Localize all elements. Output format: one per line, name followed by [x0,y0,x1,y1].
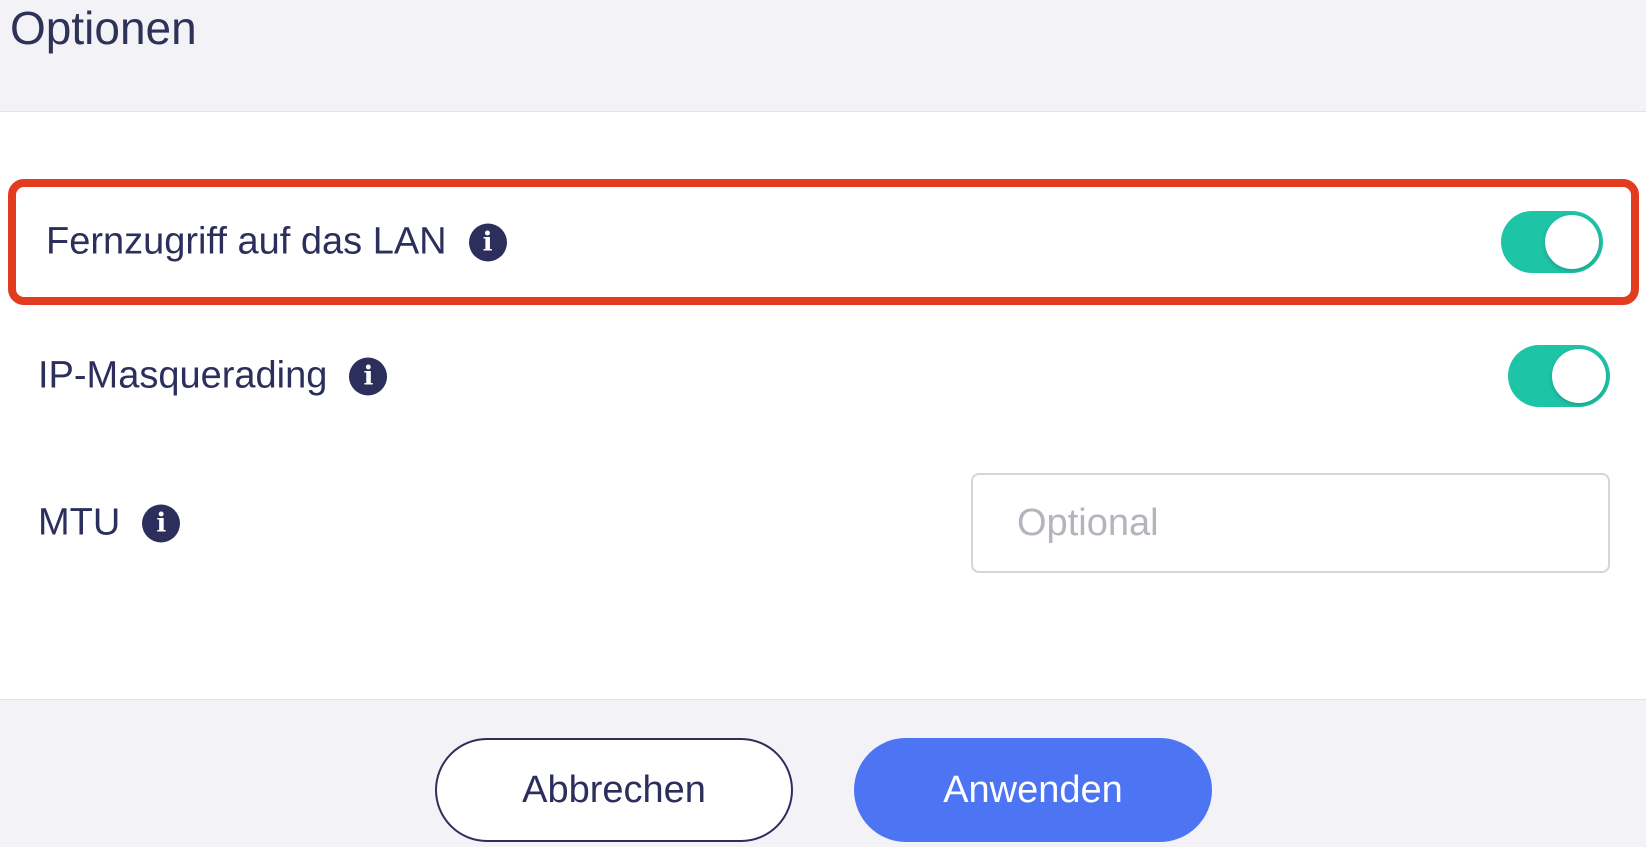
dialog-title: Optionen [10,2,197,54]
info-icon[interactable]: i [349,357,388,395]
mtu-input[interactable] [971,473,1610,573]
option-label-group: MTU i [38,501,181,545]
toggle-knob [1545,215,1599,269]
cancel-button[interactable]: Abbrechen [435,738,793,842]
remote-lan-access-toggle[interactable] [1501,211,1603,273]
dialog-footer: Abbrechen Anwenden [0,699,1646,847]
toggle-knob [1552,349,1606,403]
ip-masquerading-toggle[interactable] [1508,345,1610,407]
info-icon[interactable]: i [142,504,181,542]
remote-lan-access-label: Fernzugriff auf das LAN [46,220,447,263]
option-row-ip-masquerading: IP-Masquerading i [0,313,1646,439]
ip-masquerading-label: IP-Masquerading [38,354,328,397]
option-row-remote-lan-access: Fernzugriff auf das LAN i [8,179,1639,305]
apply-button[interactable]: Anwenden [854,738,1212,842]
mtu-label: MTU [38,501,121,544]
dialog-header: Optionen [0,0,1646,112]
option-row-mtu: MTU i [0,460,1646,586]
info-icon[interactable]: i [468,223,507,261]
option-label-group: IP-Masquerading i [38,354,388,398]
option-label-group: Fernzugriff auf das LAN i [46,221,507,264]
options-dialog: Optionen Fernzugriff auf das LAN i IP-Ma… [0,0,1646,847]
dialog-body: Fernzugriff auf das LAN i IP-Masqueradin… [0,113,1646,699]
